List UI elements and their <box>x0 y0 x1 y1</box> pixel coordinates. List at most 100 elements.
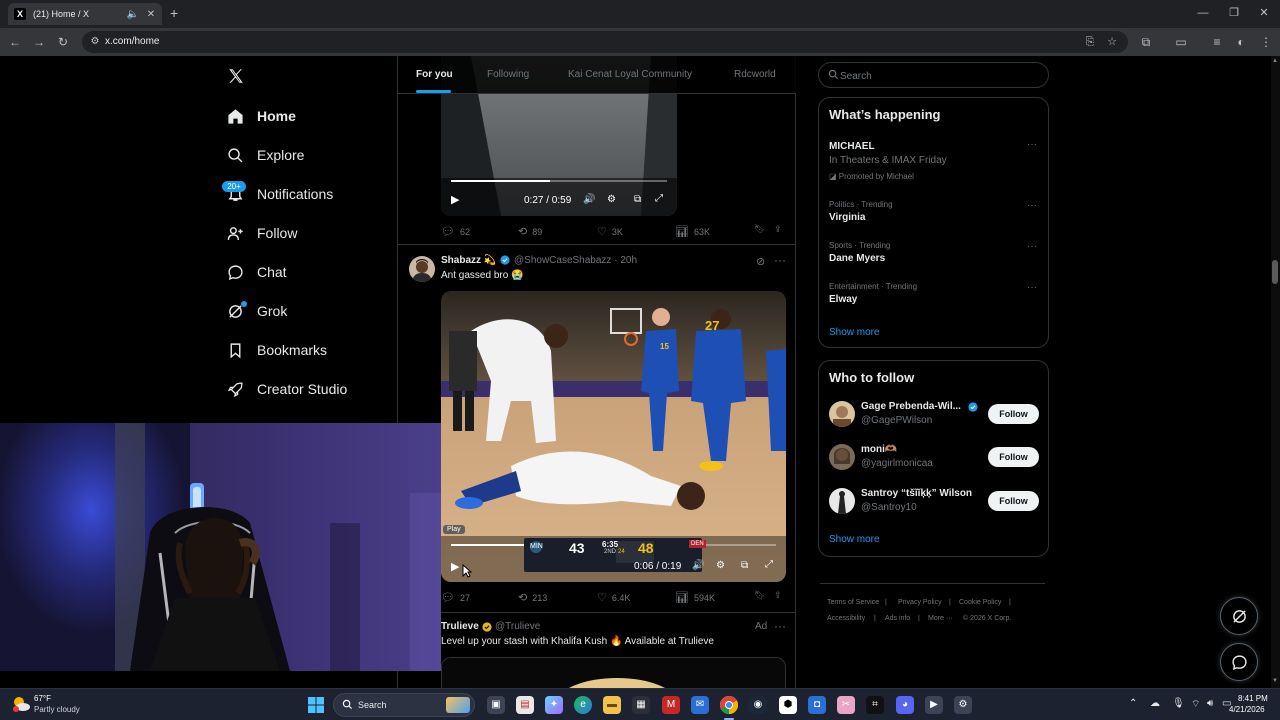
nav-explore[interactable]: Explore <box>226 140 304 170</box>
browser-tab[interactable]: X (21) Home / X 🔈 ✕ <box>8 3 162 25</box>
footer-link[interactable]: Ads info <box>885 615 910 622</box>
follow-button[interactable]: Follow <box>988 491 1039 511</box>
volume-icon[interactable]: 🔊︎ <box>1207 698 1213 709</box>
file-explorer-icon[interactable]: ▬ <box>603 696 621 714</box>
mcafee-icon[interactable]: M <box>662 696 680 714</box>
more-icon[interactable]: ··· <box>774 619 786 633</box>
clock-date[interactable]: 4/21/2026 <box>1229 705 1265 714</box>
widgets-app-icon[interactable]: ▤ <box>516 696 534 714</box>
like-button[interactable]: ♡ 6.4K <box>597 591 630 604</box>
footer-link[interactable]: Privacy Policy <box>898 599 942 606</box>
app-icon[interactable]: ◘ <box>808 696 826 714</box>
nav-chat[interactable]: Chat <box>226 257 287 287</box>
split-view-icon[interactable]: ▭ <box>1173 34 1189 50</box>
footer-link[interactable]: Cookie Policy <box>959 599 1001 606</box>
pip-icon[interactable]: ⧉ <box>634 194 641 205</box>
forward-icon[interactable]: → <box>31 34 47 50</box>
settings-icon[interactable]: ⚙ <box>607 194 616 205</box>
repost-button[interactable]: ⟲ 213 <box>518 591 547 604</box>
close-tab-icon[interactable]: ✕ <box>144 9 158 20</box>
steam-icon[interactable]: ◉ <box>749 696 767 714</box>
more-icon[interactable]: ··· <box>1027 282 1037 293</box>
trend-name[interactable]: Virginia <box>829 212 866 223</box>
weather-temp[interactable]: 67°F <box>34 694 51 703</box>
share-icon[interactable]: ⇪ <box>774 224 782 235</box>
bookmark-star-icon[interactable]: ☆ <box>1105 35 1119 49</box>
minimize-icon[interactable]: — <box>1196 6 1210 20</box>
repost-button[interactable]: ⟲ 89 <box>518 225 542 238</box>
restore-icon[interactable]: ❐ <box>1227 6 1241 20</box>
settings-app-icon[interactable]: ⚙ <box>954 696 972 714</box>
address-bar[interactable]: ⚙ x.com/home ⎘ ☆ <box>82 31 1128 53</box>
bookmark-post-icon[interactable]: 🔖︎ <box>754 224 765 235</box>
scroll-up-icon[interactable]: ▲ <box>1272 58 1278 64</box>
post-video[interactable] <box>441 291 786 582</box>
avatar[interactable] <box>409 256 435 282</box>
post-handle[interactable]: @Trulieve <box>495 621 540 632</box>
more-icon[interactable]: ··· <box>1027 139 1037 150</box>
tray-overflow-icon[interactable]: ⌃ <box>1129 698 1137 709</box>
scrollbar-thumb[interactable] <box>1272 260 1278 284</box>
show-more-link[interactable]: Show more <box>829 534 880 545</box>
extensions-icon[interactable]: ⧉ <box>1138 34 1154 50</box>
follow-button[interactable]: Follow <box>988 404 1039 424</box>
pip-icon[interactable]: ⧉ <box>741 560 748 571</box>
x-logo-icon[interactable] <box>227 67 245 85</box>
grok-fab-button[interactable] <box>1220 597 1258 635</box>
post-author[interactable]: Trulieve <box>441 621 479 632</box>
reading-list-icon[interactable]: ≡ <box>1209 34 1225 50</box>
settings-icon[interactable]: ⚙ <box>716 560 725 571</box>
windows-start-icon[interactable] <box>307 696 325 714</box>
reply-button[interactable]: 💬︎ 27 <box>441 591 470 604</box>
more-icon[interactable]: ··· <box>774 253 786 267</box>
footer-link[interactable]: More ··· <box>928 615 953 622</box>
speaker-icon[interactable]: 🔈 <box>126 9 140 20</box>
nav-bookmarks[interactable]: Bookmarks <box>226 335 327 365</box>
avatar[interactable] <box>829 401 855 427</box>
weather-icon[interactable] <box>11 694 31 714</box>
ad-media[interactable] <box>441 657 786 688</box>
user-name[interactable]: moni🫶🏽 <box>861 444 897 455</box>
scroll-down-icon[interactable]: ▼ <box>1272 678 1278 684</box>
grok-explain-icon[interactable]: ⊘ <box>756 255 765 268</box>
discord-icon[interactable]: ◕ <box>896 696 914 714</box>
edge-icon[interactable]: e <box>574 696 592 714</box>
reload-icon[interactable]: ↻ <box>55 34 71 50</box>
messages-fab-button[interactable] <box>1220 643 1258 681</box>
nav-home[interactable]: Home <box>226 101 296 131</box>
outlook-icon[interactable]: ✉ <box>691 696 709 714</box>
trend-name[interactable]: MICHAEL <box>829 141 875 152</box>
scrollbar[interactable]: ▲ ▼ <box>1271 56 1280 688</box>
more-icon[interactable]: ··· <box>1027 200 1037 211</box>
profile-icon[interactable]: ◐ <box>1233 34 1249 50</box>
task-view-icon[interactable]: ▣ <box>487 696 505 714</box>
snipping-tool-icon[interactable]: ✂ <box>837 696 855 714</box>
tab-for-you[interactable]: For you <box>416 69 453 80</box>
tab-following[interactable]: Following <box>487 69 529 80</box>
capcut-icon[interactable]: ⌗ <box>866 696 884 714</box>
footer-link[interactable]: Terms of Service <box>827 599 879 606</box>
site-info-icon[interactable]: ⚙ <box>89 36 101 48</box>
copilot-icon[interactable]: ✦ <box>545 696 563 714</box>
more-icon[interactable]: ··· <box>1027 241 1037 252</box>
avatar[interactable] <box>829 488 855 514</box>
microphone-icon[interactable]: 🎙︎ <box>1172 698 1185 709</box>
back-icon[interactable]: ← <box>7 34 23 50</box>
tab-kai-cenat-loyal-community[interactable]: Kai Cenat Loyal Community <box>568 69 692 80</box>
wifi-icon[interactable]: ⌔ <box>1191 698 1200 711</box>
fullscreen-icon[interactable]: ⤢ <box>655 193 663 204</box>
user-name[interactable]: Gage Prebenda-Wil... <box>861 401 961 412</box>
menu-icon[interactable]: ⋮ <box>1258 34 1274 50</box>
install-app-icon[interactable]: ⎘ <box>1083 35 1097 49</box>
onedrive-icon[interactable]: ☁ <box>1150 698 1160 709</box>
chrome-icon[interactable] <box>720 696 738 714</box>
views-button[interactable]: 📊︎ 63K <box>675 225 710 238</box>
like-button[interactable]: ♡ 3K <box>597 225 623 238</box>
store-icon[interactable]: ▦ <box>632 696 650 714</box>
trend-name[interactable]: Elway <box>829 294 857 305</box>
user-name[interactable]: Santroy “tšĩǐķķ” Wilson <box>861 488 972 499</box>
play-icon[interactable]: ▶ <box>451 560 459 573</box>
volume-icon[interactable]: 🔊 <box>583 194 595 205</box>
avatar[interactable] <box>829 444 855 470</box>
volume-icon[interactable]: 🔊 <box>692 560 704 571</box>
